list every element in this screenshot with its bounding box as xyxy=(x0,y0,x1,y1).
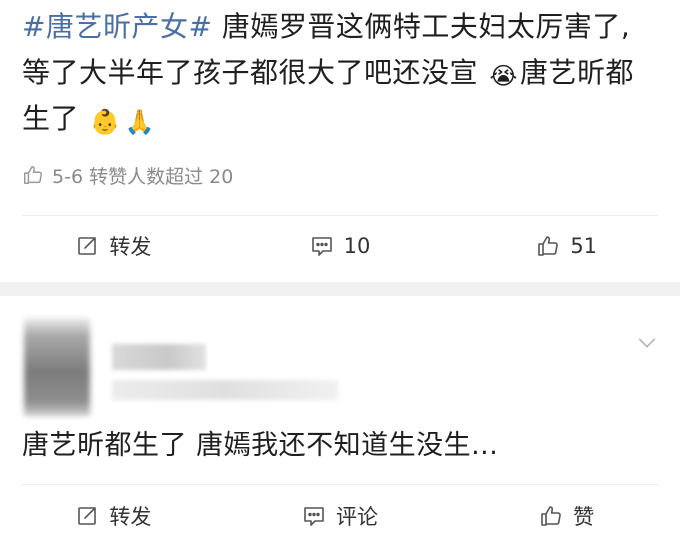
comment-repost-label: 转发 xyxy=(109,505,152,529)
comment-reply-label: 评论 xyxy=(336,505,378,529)
thumbs-up-icon xyxy=(539,504,563,528)
post-text-line3a: 唐艺昕都 xyxy=(519,56,634,89)
comment-action-bar: 转发 评论 赞 xyxy=(0,486,680,546)
comment-text: 唐艺昕都生了 唐嫣我还不知道生没生... xyxy=(22,430,499,461)
repost-label: 转发 xyxy=(109,235,152,259)
repost-button[interactable]: 转发 xyxy=(0,216,227,276)
baby-emoji-icon: 👶 xyxy=(90,108,121,136)
post-action-bar: 转发 10 51 xyxy=(0,216,680,276)
post-text-line1: 唐嫣罗晋这俩特工夫妇太厉害了, xyxy=(212,10,631,43)
divider xyxy=(22,484,658,485)
username-blurred[interactable] xyxy=(112,344,206,370)
thumbs-up-icon xyxy=(536,234,560,258)
like-count: 51 xyxy=(570,234,598,258)
post-meta: 5-6 转赞人数超过 20 xyxy=(22,160,233,190)
chevron-down-icon[interactable] xyxy=(636,332,658,354)
comment-bubble-icon xyxy=(302,504,326,528)
comment-like-button[interactable]: 赞 xyxy=(453,486,680,546)
comment-reply-button[interactable]: 评论 xyxy=(227,486,454,546)
share-square-icon xyxy=(75,504,99,528)
folded-hands-emoji-icon: 🙏 xyxy=(124,108,156,136)
comment-button[interactable]: 10 xyxy=(227,216,454,276)
avatar[interactable] xyxy=(24,318,90,416)
post-content: #唐艺昕产女# 唐嫣罗晋这俩特工夫妇太厉害了, 等了大半年了孩子都很大了吧还没宣… xyxy=(22,4,662,142)
comment-like-label: 赞 xyxy=(573,505,595,529)
comment-count: 10 xyxy=(343,234,371,258)
section-separator xyxy=(0,282,680,296)
share-square-icon xyxy=(75,234,99,258)
post-meta-text: 5-6 转赞人数超过 20 xyxy=(52,165,234,188)
thumbs-up-outline-icon xyxy=(22,164,44,186)
comment-repost-button[interactable]: 转发 xyxy=(0,486,227,546)
weibo-post: #唐艺昕产女# 唐嫣罗晋这俩特工夫妇太厉害了, 等了大半年了孩子都很大了吧还没宣… xyxy=(0,0,680,282)
comment-bubble-icon xyxy=(310,234,334,258)
hashtag-link[interactable]: #唐艺昕产女# xyxy=(22,10,212,43)
post-text-line2: 等了大半年了孩子都很大了吧还没宣 xyxy=(22,56,479,89)
user-subtitle-blurred xyxy=(112,380,338,400)
crying-emoji-icon: 😭 xyxy=(489,62,518,90)
post-text-line3b: 生了 xyxy=(22,102,80,135)
like-button[interactable]: 51 xyxy=(453,216,680,276)
